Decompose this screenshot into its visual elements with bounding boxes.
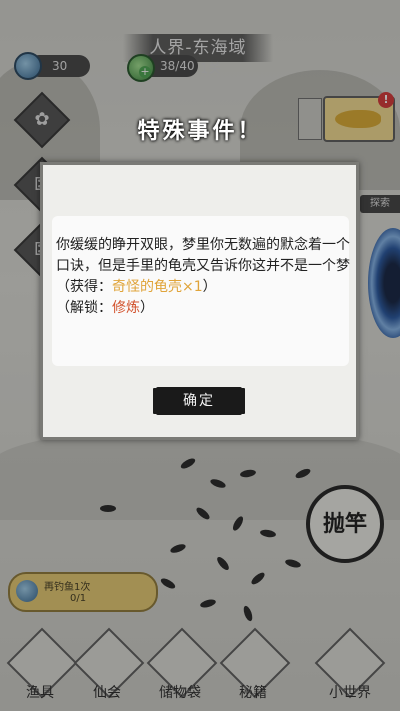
unlock-item: 修炼 [112,300,140,316]
event-title: 特殊事件！ [137,118,263,144]
reward-suffix: ） [202,279,217,295]
event-unlock-line: （解锁：修炼） [56,298,356,319]
event-reward-line: （获得：奇怪的龟壳×1） [56,277,356,298]
unlock-prefix: （解锁： [56,300,112,316]
reward-prefix: （获得： [56,279,112,295]
confirm-button[interactable]: 确定 [156,387,242,415]
event-body: 你缓缓的睁开双眼，梦里你无数遍的默念着一个口诀，但是手里的龟壳又告诉你这并不是一… [56,235,356,319]
event-description: 你缓缓的睁开双眼，梦里你无数遍的默念着一个口诀，但是手里的龟壳又告诉你这并不是一… [56,237,350,274]
unlock-suffix: ） [140,300,154,316]
reward-item: 奇怪的龟壳×1 [112,279,203,295]
